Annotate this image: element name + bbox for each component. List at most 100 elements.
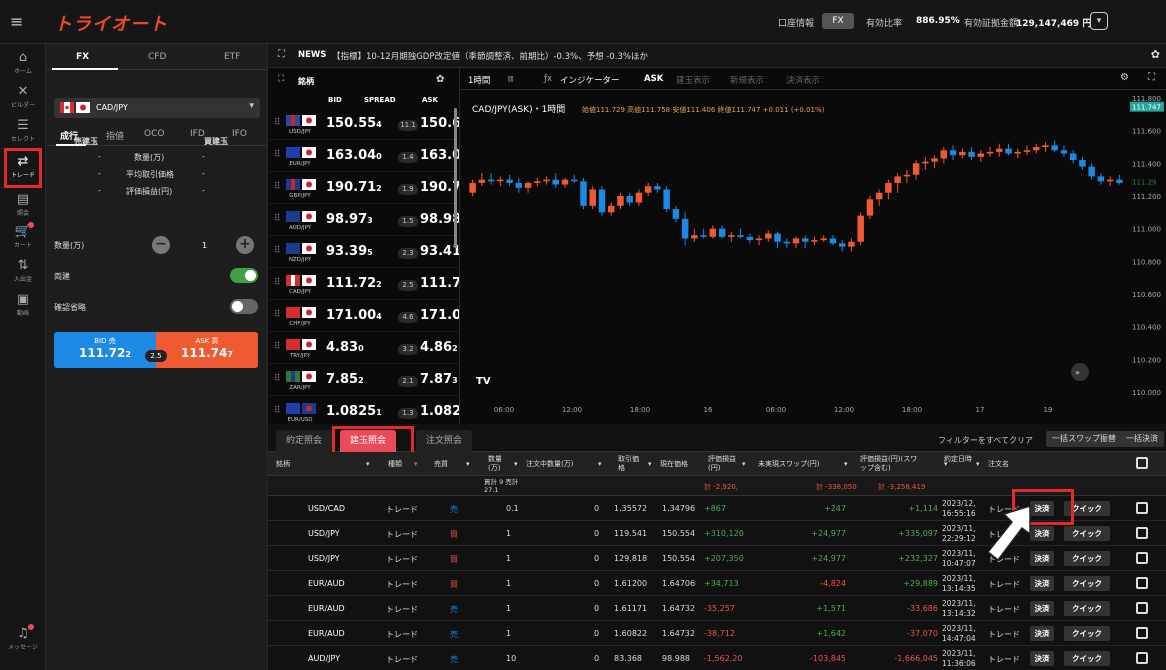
row-checkbox[interactable] [1136,527,1148,539]
tab-etf[interactable]: ETF [224,52,240,62]
filter-icon[interactable]: ▾ [844,460,848,469]
col-pl[interactable]: 評価損益(円) [708,455,738,473]
drag-handle-icon[interactable]: ⠿ [274,406,281,416]
tab-orders[interactable]: 注文照会 [416,430,473,452]
rate-row[interactable]: ⠿USD/JPY150.55411.1150.665 [268,108,459,140]
quantity-value[interactable]: 1 [202,241,207,250]
select-all-checkbox[interactable] [1136,457,1148,469]
news-bar[interactable]: ⛶ NEWS 【指標】10-12月期独GDP改定値（季節調整済、前期比）-0.3… [268,44,1166,68]
rate-ask[interactable]: 7.873 [420,372,458,387]
col-price[interactable]: 取引価格 [618,455,642,473]
col-total[interactable]: 評価損益(円)(スワップ含む) [860,455,924,473]
rate-row[interactable]: ⠿NZD/JPY93.3952.393.418 [268,236,459,268]
tab-ifd[interactable]: IFD [190,129,205,139]
quick-settle-button[interactable]: クイック [1064,551,1110,566]
expand-icon[interactable]: ⛶ [1148,72,1155,83]
bulk-swap-button[interactable]: 一括スワップ振替 [1046,431,1122,447]
quick-settle-button[interactable]: クイック [1064,526,1110,541]
chevron-down-circle-icon[interactable]: ▾ [1090,12,1108,30]
col-name[interactable]: 注文名 [988,460,1009,469]
timeframe-button[interactable]: 1時間 [468,74,490,86]
rate-ask[interactable]: 1.08264 [420,404,459,419]
drag-handle-icon[interactable]: ⠿ [274,182,281,192]
rate-row[interactable]: ⠿GBP/JPY190.7121.9190.731 [268,172,459,204]
table-row[interactable]: EUR/AUD トレード 買 1 0 1.61200 1.64706 +34,713 -4,82… [268,571,1166,596]
filter-icon[interactable]: ▾ [742,460,746,469]
rate-row[interactable]: ⠿ CAD/JPY 111.722 2.5111.747 [268,268,459,300]
rate-row[interactable]: ⠿ CHF/JPY 171.004 4.6171.050 [268,300,459,332]
filter-icon[interactable]: ▾ [466,460,470,469]
expand-icon[interactable]: ⛶ [278,49,285,60]
account-info-label[interactable]: 口座情報 [778,16,814,29]
rate-bid[interactable]: 190.712 [326,180,382,195]
sell-button[interactable]: BID 売 111.722 [54,332,156,368]
buy-button[interactable]: ASK 買 111.747 [156,332,258,368]
rate-row[interactable]: ⠿EUR/JPY163.0401.4163.054 [268,140,459,172]
filter-icon[interactable]: ▾ [598,460,602,469]
tab-limit[interactable]: 指値 [106,129,124,142]
scroll-right-button[interactable] [1071,363,1089,381]
drag-handle-icon[interactable]: ⠿ [274,118,281,128]
quick-settle-button[interactable]: クイック [1064,601,1110,616]
quantity-plus-button[interactable]: + [236,236,254,254]
row-checkbox[interactable] [1136,502,1148,514]
row-checkbox[interactable] [1136,577,1148,589]
new-display-link[interactable]: 新規表示 [730,74,764,86]
quick-settle-button[interactable]: クイック [1064,651,1110,666]
col-pending[interactable]: 注文中数量(万) [526,460,573,469]
col-qty[interactable]: 数量(万) [488,455,514,473]
rate-ask[interactable]: 111.747 [420,276,459,291]
table-row[interactable]: AUD/JPY トレード 売 10 0 83.368 98.988 -1,562,20 -103… [268,646,1166,670]
row-checkbox[interactable] [1136,652,1148,664]
quick-settle-button[interactable]: クイック [1064,576,1110,591]
indicator-button[interactable]: インジケーター [560,74,620,86]
pair-select[interactable]: CAD/JPY ▾ [54,98,260,118]
rate-ask[interactable]: 4.862 [420,340,458,355]
col-kind[interactable]: 種類 [388,460,402,469]
account-badge[interactable]: FX [822,13,854,29]
tab-ifo[interactable]: IFO [232,129,247,139]
tab-oco[interactable]: OCO [144,129,164,139]
nav-video[interactable]: ▣ 動画 [0,288,46,328]
rate-bid[interactable]: 7.852 [326,372,364,387]
gear-icon[interactable]: ✿ [436,74,444,85]
quick-settle-button[interactable]: クイック [1064,626,1110,641]
candle-icon[interactable]: ⫾⫾ [508,74,513,84]
tab-executions[interactable]: 約定照会 [276,430,333,452]
drag-handle-icon[interactable]: ⠿ [274,150,281,160]
both-toggle[interactable] [230,268,258,283]
col-date[interactable]: 約定日時 [944,455,974,464]
rate-bid[interactable]: 98.973 [326,212,373,227]
tab-cfd[interactable]: CFD [148,52,166,62]
drag-handle-icon[interactable]: ⠿ [274,246,281,256]
rate-row[interactable]: ⠿ EUR/USD 1.08251 1.31.08264 [268,396,459,424]
rate-row[interactable]: ⠿AUD/JPY98.9731.598.988 [268,204,459,236]
side-button[interactable]: ASK [644,74,663,84]
hamburger-icon[interactable]: ≡ [10,13,28,31]
rate-row[interactable]: ⠿ TRY/JPY 4.830 3.2 4.862 [268,332,459,364]
col-side[interactable]: 売買 [434,460,448,469]
settle-button[interactable]: 決済 [1030,601,1054,616]
rates-scrollbar[interactable] [454,108,457,248]
filter-icon[interactable]: ▾ [414,460,418,469]
drag-handle-icon[interactable]: ⠿ [274,342,281,352]
bulk-settle-button[interactable]: 一括決済 [1120,431,1164,447]
nav-message[interactable]: ♫ メッセージ [0,622,46,662]
tab-fx[interactable]: FX [76,52,89,62]
row-checkbox[interactable] [1136,602,1148,614]
gear-icon[interactable]: ⚙ [1120,72,1129,83]
expand-icon[interactable]: ⛶ [278,74,284,84]
col-swap[interactable]: 未実現スワップ(円) [758,460,819,469]
clear-filter-link[interactable]: フィルターをすべてクリア [938,435,1033,446]
table-row[interactable]: EUR/AUD トレード 売 1 0 1.61171 1.64732 -35,257 +1,57… [268,596,1166,621]
app-logo[interactable]: トライオート [54,10,168,36]
rate-bid[interactable]: 150.554 [326,116,382,131]
confirm-skip-toggle[interactable] [230,299,258,314]
position-display-link[interactable]: 建玉表示 [676,74,710,86]
filter-icon[interactable]: ▾ [366,460,370,469]
rate-row[interactable]: ⠿ ZAR/JPY 7.852 2.1 7.873 [268,364,459,396]
rate-bid[interactable]: 163.040 [326,148,382,163]
row-checkbox[interactable] [1136,627,1148,639]
table-row[interactable]: EUR/AUD トレード 売 1 0 1.60822 1.64732 -38,712 +1,64… [268,621,1166,646]
indicator-icon[interactable]: ƒx [544,74,552,84]
